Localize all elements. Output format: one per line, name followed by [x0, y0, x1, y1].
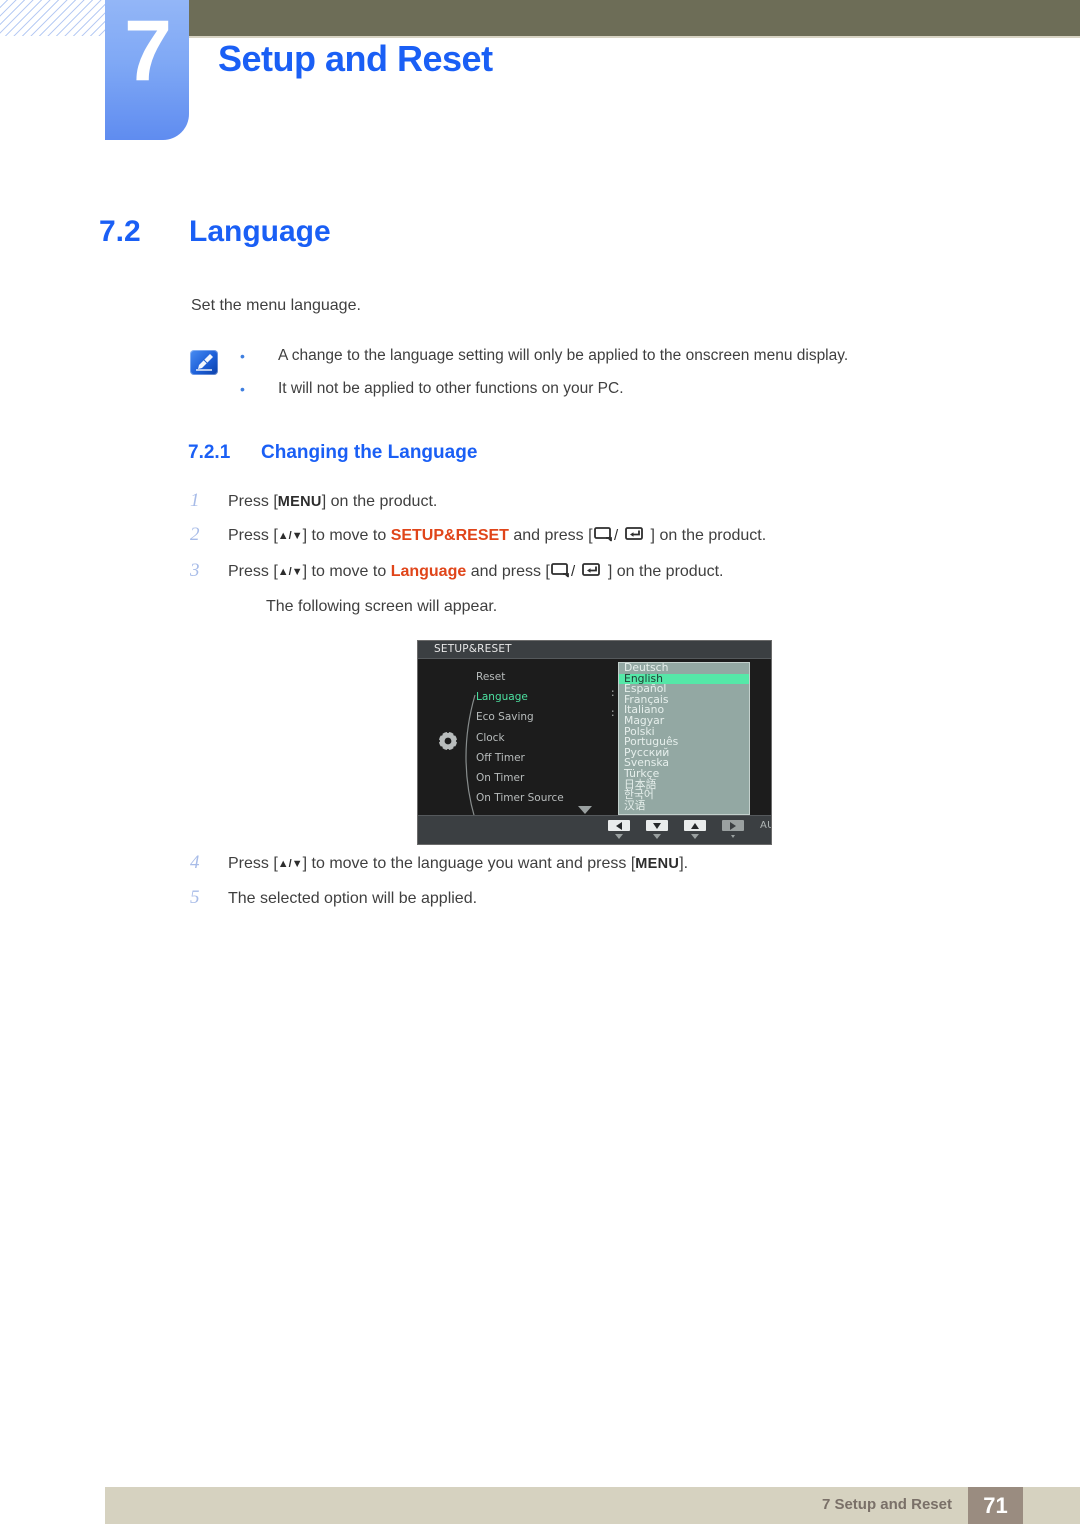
note-list: • A change to the language setting will …	[240, 346, 940, 412]
arrow-keys-label: ▲/▼	[277, 566, 303, 578]
arrow-down-icon	[653, 822, 661, 829]
section-number: 7.2	[99, 215, 141, 248]
footer-chapter-label: 7 Setup and Reset	[821, 1496, 952, 1513]
arrow-up-icon	[691, 822, 699, 829]
arrow-right-icon	[730, 821, 736, 830]
highlight-term: Language	[390, 563, 467, 580]
step-text-fragment: ] to move to	[302, 527, 391, 544]
arrow-left-icon	[616, 821, 622, 830]
subsection-title: Changing the Language	[261, 442, 478, 463]
chapter-number: 7	[124, 3, 172, 99]
steps-before-figure: 1 Press [MENU] on the product. 2 Press [▲/▼…	[190, 490, 990, 596]
step-text-fragment: Press [	[228, 563, 278, 580]
scroll-down-caret-icon[interactable]	[578, 806, 592, 814]
step-text: Press [▲/▼] to move to SETUP&RESET and p…	[228, 524, 766, 550]
footer-bar: 7 Setup and Reset	[105, 1487, 1080, 1524]
subsection-heading: 7.2.1 Changing the Language	[188, 442, 477, 464]
step-text-fragment: ].	[679, 855, 689, 872]
source-enter-key-glyphs: /	[550, 561, 608, 586]
step-text-fragment: ] to move to	[302, 563, 391, 580]
step-row: 1 Press [MENU] on the product.	[190, 490, 990, 514]
step-number: 4	[190, 852, 200, 873]
step-row: 5 The selected option will be applied.	[190, 887, 990, 910]
note-item: • A change to the language setting will …	[240, 346, 940, 366]
osd-button-left-tick	[615, 834, 623, 839]
step-text-fragment: ] on the product.	[607, 563, 724, 580]
arrow-keys-label: ▲/▼	[277, 530, 303, 542]
osd-menu-list: Reset Language Eco Saving Clock Off Timer On …	[476, 667, 626, 808]
step-text: The selected option will be applied.	[228, 887, 477, 910]
steps-after-figure: 4 Press [▲/▼] to move to the language you…	[190, 852, 990, 920]
menu-key-label: MENU	[635, 856, 680, 872]
osd-menu-item-language[interactable]: Language	[476, 687, 626, 707]
step-text: Press [▲/▼] to move to Language and pres…	[228, 560, 724, 586]
menu-key-label: MENU	[277, 494, 322, 510]
osd-button-up[interactable]	[684, 820, 706, 831]
osd-button-right-tick	[731, 835, 735, 838]
note-item: • It will not be applied to other functi…	[240, 379, 940, 399]
section-heading: 7.2 Language	[99, 215, 331, 249]
step-row: 4 Press [▲/▼] to move to the language you…	[190, 852, 990, 877]
osd-button-bar: AUTO ⏻	[418, 815, 771, 844]
note-pen-icon	[190, 350, 218, 375]
svg-text:/: /	[614, 527, 619, 543]
step-continuation-text: The following screen will appear.	[266, 598, 498, 615]
decorative-hatch-pattern	[0, 0, 108, 36]
step-number: 1	[190, 490, 200, 511]
svg-text:/: /	[571, 563, 576, 579]
osd-menu-item-on-timer-source[interactable]: On Timer Source	[476, 788, 626, 808]
page-number: 71	[983, 1492, 1008, 1518]
chapter-tab: 7	[105, 0, 189, 140]
header-olive-bar	[108, 0, 1080, 36]
note-item-text: It will not be applied to other function…	[278, 380, 624, 397]
step-row: 2 Press [▲/▼] to move to SETUP&RESET and …	[190, 524, 990, 550]
osd-language-option[interactable]: 汉语	[619, 800, 749, 812]
step-text-fragment: Press [	[228, 855, 278, 872]
bullet-icon: •	[240, 348, 245, 364]
osd-button-auto-label[interactable]: AUTO	[760, 820, 771, 831]
chapter-title: Setup and Reset	[218, 38, 493, 79]
osd-button-down[interactable]	[646, 820, 668, 831]
osd-menu-value-colon: :	[611, 687, 615, 700]
osd-button-down-tick	[653, 834, 661, 839]
osd-menu-value-colon: :	[611, 707, 615, 720]
footer-page-box: 71	[968, 1487, 1023, 1524]
osd-menu-item-reset[interactable]: Reset	[476, 667, 626, 687]
osd-language-list[interactable]: Deutsch English Español Français Italiano Mag…	[618, 662, 750, 815]
osd-button-right[interactable]	[722, 820, 744, 831]
step-text-fragment: The selected option will be applied.	[228, 890, 478, 907]
bullet-icon: •	[240, 381, 245, 397]
step-number: 5	[190, 887, 200, 908]
osd-figure: SETUP&RESET Reset Language Eco Saving Clock	[417, 640, 772, 845]
osd-menu-item-off-timer[interactable]: Off Timer	[476, 748, 626, 768]
step-text-fragment: ] to move to the language you want and p…	[302, 855, 636, 872]
section-title: Language	[189, 215, 331, 248]
step-number: 2	[190, 524, 200, 545]
subsection-number: 7.2.1	[188, 442, 231, 463]
source-enter-key-glyphs: /	[593, 525, 651, 550]
step-text-fragment: ] on the product.	[321, 493, 438, 510]
highlight-term: SETUP&RESET	[390, 527, 509, 544]
step-text-fragment: and press [	[466, 563, 550, 580]
step-text: Press [MENU] on the product.	[228, 490, 437, 514]
osd-title: SETUP&RESET	[434, 643, 512, 655]
step-text-fragment: ] on the product.	[650, 527, 767, 544]
osd-button-up-tick	[691, 834, 699, 839]
page-header: 7 Setup and Reset	[0, 0, 1080, 150]
osd-menu-item-clock[interactable]: Clock	[476, 728, 626, 748]
step-text: Press [▲/▼] to move to the language you …	[228, 852, 688, 877]
osd-menu-item-eco-saving[interactable]: Eco Saving	[476, 707, 626, 727]
step-text-fragment: Press [	[228, 527, 278, 544]
step-text-fragment: Press [	[228, 493, 278, 510]
intro-text: Set the menu language.	[191, 297, 361, 314]
osd-button-left[interactable]	[608, 820, 630, 831]
step-number: 3	[190, 560, 200, 581]
step-row: 3 Press [▲/▼] to move to Language and pre…	[190, 560, 990, 586]
arrow-keys-label: ▲/▼	[277, 858, 303, 870]
step-text-fragment: and press [	[508, 527, 593, 544]
osd-menu-item-on-timer[interactable]: On Timer	[476, 768, 626, 788]
note-item-text: A change to the language setting will on…	[278, 347, 849, 364]
